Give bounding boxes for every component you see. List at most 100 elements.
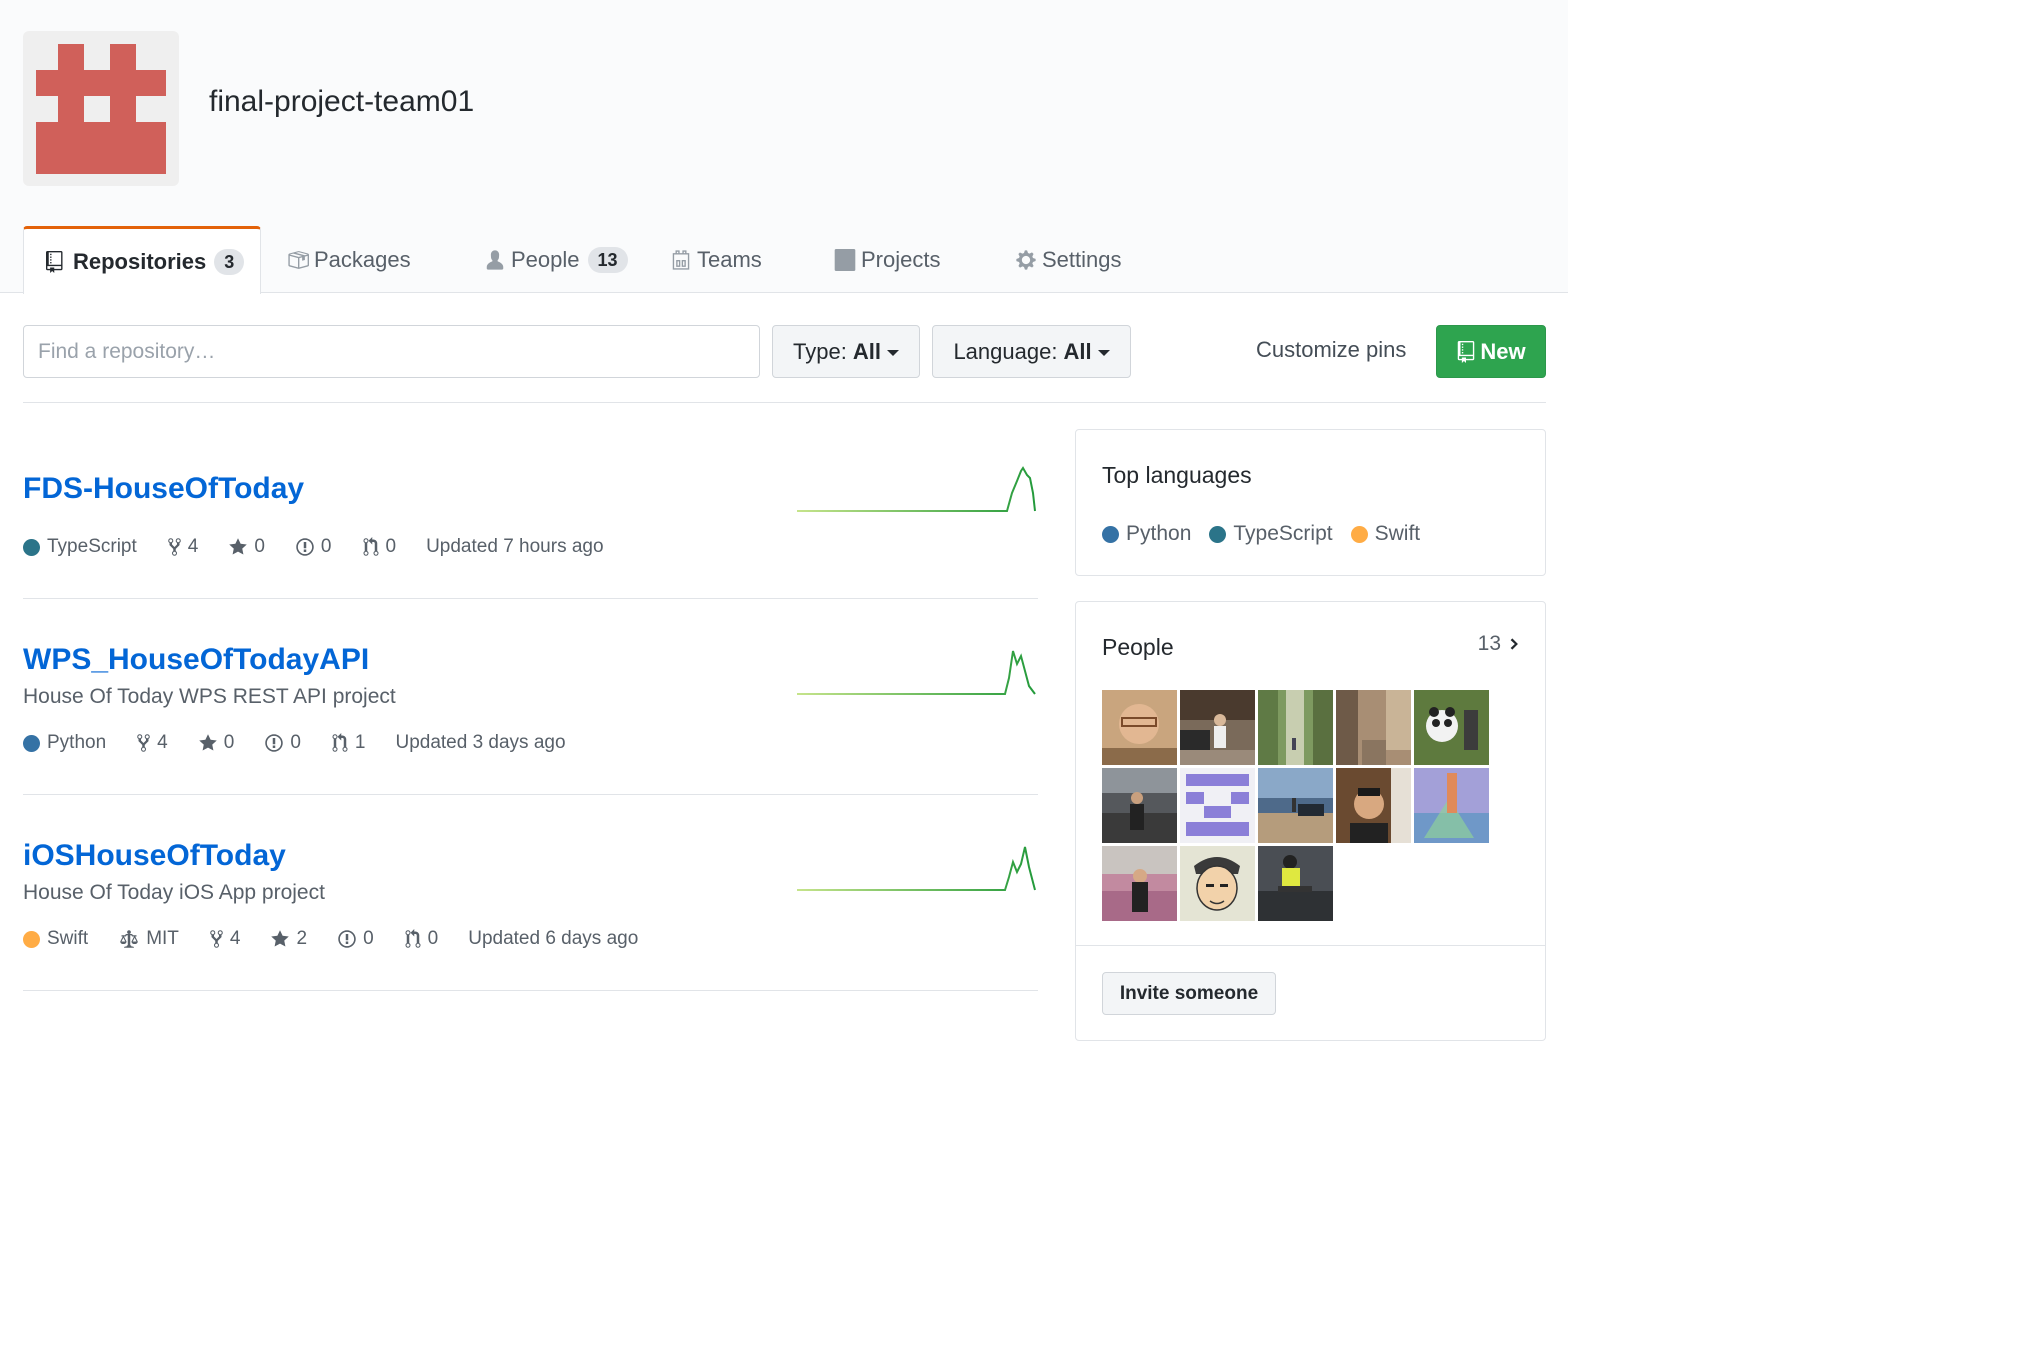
chevron-right-icon [1510,638,1518,650]
new-button-label: New [1480,338,1526,364]
avatar[interactable] [1180,690,1255,765]
issues-link[interactable]: 0 [264,732,301,754]
forks-link[interactable]: 4 [136,732,168,754]
repo-divider [23,598,1038,599]
issues-link[interactable]: 0 [337,928,374,950]
stars-count: 0 [223,732,235,753]
activity-sparkline [797,650,1036,695]
star-icon [229,538,248,555]
activity-sparkline [797,846,1036,891]
repo-meta: Swift MIT 4 2 0 0 Updated 6 days ago [23,928,638,950]
pulls-link[interactable]: 0 [404,928,439,950]
pulls-link[interactable]: 0 [362,536,396,558]
pulls-count: 0 [427,928,439,949]
stars-link[interactable]: 0 [228,536,265,558]
avatar[interactable] [1258,846,1333,921]
repo-meta: TypeScript 4 0 0 0 Updated 7 hours ago [23,536,604,558]
language-color-dot [1209,525,1227,543]
language-name: Swift [47,928,89,949]
people-count-link[interactable]: 13 [1478,632,1521,656]
star-icon [271,930,290,947]
customize-pins-link[interactable]: Customize pins [1256,337,1406,363]
repo-icon [1458,340,1475,363]
avatar[interactable] [1102,768,1177,843]
avatar[interactable] [1336,768,1411,843]
forks-count: 4 [157,732,168,753]
tab-label: Teams [697,247,762,272]
tab-packages[interactable]: Packages [287,226,411,294]
divider [23,402,1546,403]
stars-count: 0 [254,536,265,557]
caret-down-icon [1097,349,1110,356]
avatar[interactable] [1180,768,1255,843]
repo-divider [23,794,1038,795]
updated-time: Updated 3 days ago [395,732,566,753]
pull-request-icon [405,929,421,948]
updated-time: Updated 6 days ago [468,928,639,949]
issues-count: 0 [290,732,301,753]
org-header: final-project-team01 Repositories 3 Pack… [0,0,1568,294]
language-color-dot [23,734,40,752]
people-count: 13 [1477,632,1501,655]
language-color-dot [1350,525,1368,543]
top-languages-title: Top languages [1102,462,1252,488]
issue-icon [338,930,356,948]
top-languages-box: Top languages Python TypeScript Swift [1075,429,1546,576]
type-filter-value: All [852,338,881,364]
forks-count: 4 [187,536,199,557]
tab-teams[interactable]: Teams [670,226,762,294]
tab-projects[interactable]: Projects [834,226,940,294]
tab-people[interactable]: People 13 [484,226,628,294]
people-footer: Invite someone [1076,945,1545,1040]
pull-request-icon [332,733,348,752]
repo-divider [23,990,1038,991]
repo-language: TypeScript [23,536,137,558]
language-filter-dropdown[interactable]: Language: All [932,325,1131,378]
invite-someone-button[interactable]: Invite someone [1102,972,1276,1015]
stars-link[interactable]: 0 [198,732,235,754]
avatar[interactable] [1414,690,1489,765]
license-name: MIT [146,928,179,949]
avatar[interactable] [1258,690,1333,765]
tab-repositories[interactable]: Repositories 3 [23,226,261,294]
language-link-swift[interactable]: Swift [1350,522,1420,546]
avatar[interactable] [1414,768,1489,843]
language-link-python[interactable]: Python [1102,522,1191,546]
repo-search-input[interactable] [23,325,760,378]
tab-label: People [511,247,580,272]
forks-link[interactable]: 4 [209,928,240,950]
avatar[interactable] [1102,690,1177,765]
caret-down-icon [886,349,899,356]
language-link-typescript[interactable]: TypeScript [1209,522,1333,546]
stars-link[interactable]: 2 [270,928,307,950]
star-icon [198,734,217,751]
language-name: Python [47,732,107,753]
issues-link[interactable]: 0 [295,536,332,558]
language-name: TypeScript [47,536,137,557]
project-icon [834,249,856,271]
avatar[interactable] [1102,846,1177,921]
language-color-dot [23,930,40,948]
pulls-link[interactable]: 1 [331,732,366,754]
fork-icon [210,930,223,948]
language-filter-value: All [1063,338,1092,364]
forks-link[interactable]: 4 [167,536,199,558]
member-avatars [1102,690,1492,924]
avatar[interactable] [1180,846,1255,921]
person-icon [486,250,504,270]
issues-count: 0 [363,928,374,949]
fork-icon [168,538,181,556]
type-filter-dropdown[interactable]: Type: All [772,325,920,378]
avatar[interactable] [1336,690,1411,765]
tab-counter: 3 [214,248,245,275]
tab-label: Settings [1042,247,1122,272]
people-title: People [1102,634,1174,660]
new-repo-button[interactable]: New [1436,325,1546,378]
avatar[interactable] [1258,768,1333,843]
org-avatar [23,31,179,186]
tab-label: Repositories [73,248,207,274]
issue-icon [296,538,314,556]
pulls-count: 1 [354,732,366,753]
people-box: People 13 Invite someone [1075,601,1546,1041]
tab-settings[interactable]: Settings [1015,226,1122,294]
